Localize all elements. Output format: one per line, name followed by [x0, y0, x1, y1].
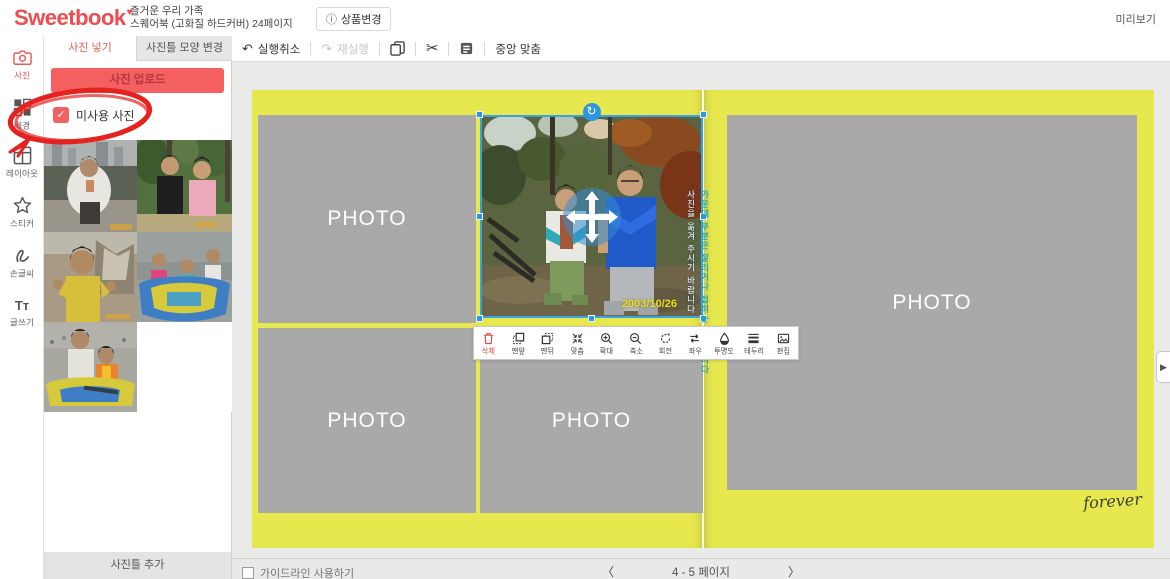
thumbnail-photo-2[interactable] [137, 140, 232, 232]
toolbar-separator [379, 42, 380, 56]
camera-icon [13, 48, 32, 67]
resize-handle-nw[interactable] [476, 111, 483, 118]
app-header: Sweetbook♥ 즐거운 우리 가족 스퀘어북 (고화질 하드커버) 24페… [0, 0, 1170, 36]
rotate-handle-icon[interactable]: ↻ [583, 103, 601, 121]
product-change-button[interactable]: ⓘ상품변경 [316, 7, 391, 31]
app-logo: Sweetbook♥ [14, 5, 132, 31]
toolbar-separator [484, 42, 485, 56]
copy-button[interactable] [390, 41, 405, 56]
undo-button[interactable]: ↶실행취소 [242, 41, 300, 57]
page-navigation: 〈 4 - 5 페이지 〉 [232, 563, 1170, 579]
cut-button[interactable]: ✂ [426, 42, 439, 55]
zoom-out-icon [629, 332, 642, 345]
tab-frame-shape[interactable]: 사진틀 모양 변경 [136, 36, 232, 61]
checkbox-checked-icon[interactable]: ✓ [53, 107, 69, 123]
toolbar-separator [310, 42, 311, 56]
redo-button[interactable]: ↷재실행 [321, 41, 369, 57]
rail-item-layout[interactable]: 레이아웃 [0, 146, 44, 190]
border-thickness-icon [747, 332, 760, 345]
panel-tabs: 사진 넣기 사진틀 모양 변경 [44, 36, 232, 61]
rail-item-handwriting[interactable]: 손글씨 [0, 246, 44, 290]
project-title-line1: 즐거운 우리 가족 [130, 5, 293, 18]
selected-photo[interactable]: 2003/10/26 ↻ [480, 115, 703, 318]
prev-page-button[interactable]: 〈 [602, 563, 614, 579]
photo-toolbar: 삭제 맨앞 맨뒤 맞춤 확대 축소 [473, 326, 799, 360]
page-indicator: 4 - 5 페이지 [672, 564, 730, 579]
layout-icon [13, 146, 32, 165]
thumbnail-grid [44, 140, 232, 412]
editor-canvas: PHOTO PHOTO PHOTO PHOTO [232, 62, 1170, 558]
add-frame-button[interactable]: 사진틀 추가 [44, 552, 231, 579]
handwriting-icon [13, 246, 32, 265]
next-page-button[interactable]: 〉 [788, 563, 800, 579]
clipboard-icon [459, 41, 474, 56]
thumbnail-photo-1[interactable] [44, 140, 137, 232]
photo-tool-fit[interactable]: 맞춤 [562, 327, 591, 359]
fit-icon [571, 332, 584, 345]
star-icon [13, 196, 32, 215]
text-tool-icon: Tт [0, 296, 44, 315]
photo-tool-zoom-out[interactable]: 축소 [621, 327, 650, 359]
tab-add-photo[interactable]: 사진 넣기 [44, 36, 136, 61]
send-back-icon [541, 332, 554, 345]
photo-tool-delete[interactable]: 삭제 [474, 327, 503, 359]
move-arrows-icon [563, 188, 621, 246]
photo-tool-border[interactable]: 테두리 [739, 327, 768, 359]
book-spread: PHOTO PHOTO PHOTO PHOTO [252, 90, 1154, 548]
bring-front-icon [512, 332, 525, 345]
photo-tool-zoom-in[interactable]: 확대 [592, 327, 621, 359]
trash-icon [482, 332, 495, 345]
rail-item-sticker[interactable]: 스티커 [0, 196, 44, 240]
photo-placeholder-4[interactable]: PHOTO [727, 115, 1137, 490]
photo-tool-rotate[interactable]: 회전 [651, 327, 680, 359]
toolbar-separator [415, 42, 416, 56]
center-align-button[interactable]: 중앙 맞춤 [495, 41, 541, 57]
background-icon [13, 98, 32, 117]
opacity-drop-icon [718, 332, 731, 345]
upload-photo-button[interactable]: 사진 업로드 [51, 68, 224, 93]
scissors-icon: ✂ [426, 42, 439, 55]
undo-icon: ↶ [242, 42, 253, 55]
resize-handle-w[interactable] [476, 213, 483, 220]
project-title: 즐거운 우리 가족 스퀘어북 (고화질 하드커버) 24페이지 [130, 5, 293, 31]
photo-tool-send-back[interactable]: 맨뒤 [533, 327, 562, 359]
rail-item-text[interactable]: Tт 글쓰기 [0, 296, 44, 340]
paste-button[interactable] [459, 41, 474, 56]
thumbnail-empty-slot [137, 322, 232, 412]
right-panel-expand-tab[interactable]: ▶ [1156, 351, 1170, 383]
copy-icon [390, 41, 405, 56]
photo-tool-flip-horizontal[interactable]: 좌우 [680, 327, 709, 359]
photo-tool-opacity[interactable]: 투명도 [710, 327, 739, 359]
photo-date-stamp: 2003/10/26 [622, 298, 677, 310]
thumbnail-photo-3[interactable] [44, 232, 137, 322]
photo-placeholder-2[interactable]: PHOTO [258, 328, 476, 513]
photo-tool-edit[interactable]: 편집 [769, 327, 798, 359]
resize-handle-s[interactable] [588, 315, 595, 322]
rotate-icon [659, 332, 672, 345]
photo-placeholder-1[interactable]: PHOTO [258, 115, 476, 323]
redo-icon: ↷ [321, 42, 332, 55]
resize-handle-sw[interactable] [476, 315, 483, 322]
project-title-line2: 스퀘어북 (고화질 하드커버) 24페이지 [130, 18, 293, 31]
thumbnail-photo-5[interactable] [44, 322, 137, 412]
flip-horizontal-icon [688, 332, 701, 345]
photo-panel: 사진 넣기 사진틀 모양 변경 사진 업로드 ✓ 미사용 사진 [44, 36, 232, 579]
tool-rail: 사진 배경 레이아웃 스티커 손글씨 Tт 글쓰기 [0, 36, 44, 579]
move-control[interactable] [563, 188, 621, 246]
rail-item-background[interactable]: 배경 [0, 98, 44, 142]
unused-photos-label: 미사용 사진 [76, 107, 135, 124]
canvas-footer: 가이드라인 사용하기 〈 4 - 5 페이지 〉 [232, 558, 1170, 579]
rail-item-photo[interactable]: 사진 [0, 48, 44, 92]
resize-handle-ne[interactable] [700, 111, 707, 118]
toolbar-separator [448, 42, 449, 56]
unused-photos-toggle[interactable]: ✓ 미사용 사진 [53, 106, 135, 124]
thumbnail-photo-4[interactable] [137, 232, 232, 322]
zoom-in-icon [600, 332, 613, 345]
edit-image-icon [777, 332, 790, 345]
preview-button[interactable]: 미리보기 [1116, 11, 1156, 27]
photo-tool-bring-front[interactable]: 맨앞 [503, 327, 532, 359]
edit-toolbar: ↶실행취소 ↷재실행 ✂ 중앙 맞춤 [232, 36, 1170, 62]
info-icon: ⓘ [326, 14, 337, 26]
